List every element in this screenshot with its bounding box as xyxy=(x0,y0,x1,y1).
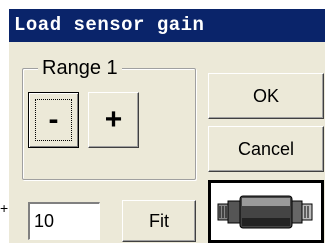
decrease-gain-button[interactable]: - xyxy=(28,92,79,148)
load-sensor-gain-dialog: Load sensor gain Range 1 - + OK Cancel 1… xyxy=(8,8,325,243)
fit-button[interactable]: Fit xyxy=(122,200,196,242)
ok-button[interactable]: OK xyxy=(208,73,324,119)
stray-mark: + xyxy=(0,200,9,216)
cancel-button[interactable]: Cancel xyxy=(208,126,324,172)
gain-value-field[interactable]: 10 xyxy=(28,202,100,240)
dialog-title: Load sensor gain xyxy=(9,9,325,42)
increase-gain-button[interactable]: + xyxy=(88,92,139,148)
cancel-label: Cancel xyxy=(237,138,295,159)
load-sensor-icon xyxy=(217,195,313,228)
fit-label: Fit xyxy=(149,210,169,231)
focus-rectangle xyxy=(35,99,72,141)
range-group-label: Range 1 xyxy=(38,56,122,80)
ok-label: OK xyxy=(252,85,279,106)
sensor-image-frame xyxy=(208,180,324,243)
plus-label: + xyxy=(104,103,123,136)
